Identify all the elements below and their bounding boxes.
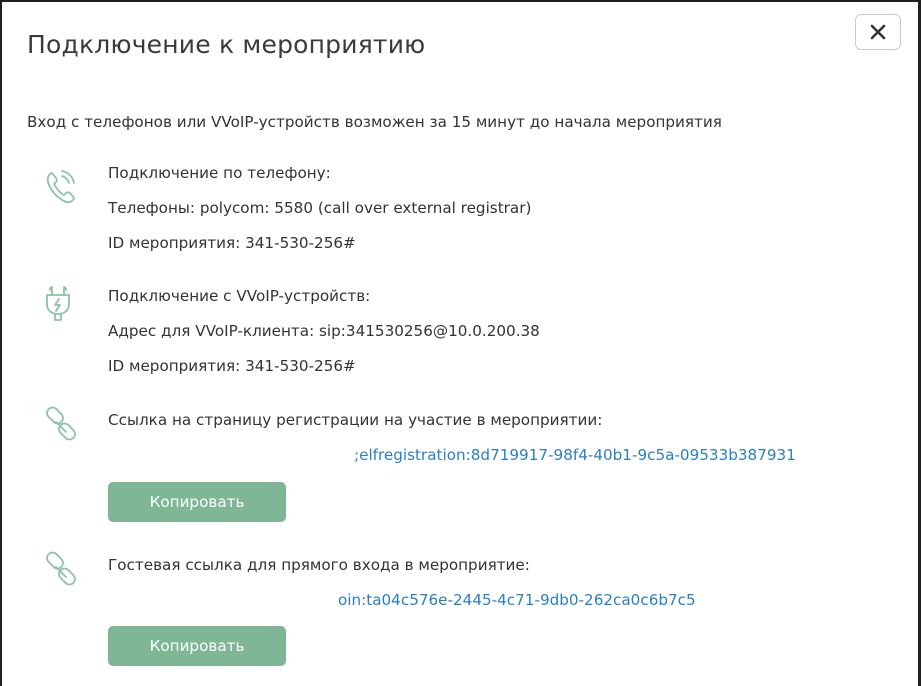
copy-registration-link-button[interactable]: Копировать [108, 482, 286, 522]
link-icon [40, 404, 84, 448]
close-icon [870, 24, 886, 40]
plug-icon [40, 282, 84, 326]
registration-link[interactable]: ;elfregistration:8d719917-98f4-40b1-9c5a… [354, 446, 796, 464]
dialog-border-left [0, 0, 2, 686]
phone-icon [40, 165, 84, 209]
close-button[interactable] [855, 14, 901, 50]
phone-numbers: Телефоны: polycom: 5580 (call over exter… [108, 199, 532, 217]
voip-heading: Подключение с VVoIP-устройств: [108, 287, 371, 305]
link-icon [40, 549, 84, 593]
dialog-border-top [0, 0, 921, 2]
guest-heading: Гостевая ссылка для прямого входа в меро… [108, 556, 530, 574]
phone-event-id: ID мероприятия: 341-530-256# [108, 234, 356, 252]
access-notice: Вход с телефонов или VVoIP-устройств воз… [27, 113, 722, 131]
phone-heading: Подключение по телефону: [108, 164, 331, 182]
voip-address: Адрес для VVoIP-клиента: sip:341530256@1… [108, 322, 540, 340]
dialog-title: Подключение к мероприятию [27, 30, 426, 59]
registration-heading: Ссылка на страницу регистрации на участи… [108, 411, 603, 429]
guest-link[interactable]: oin:ta04c576e-2445-4c71-9db0-262ca0c6b7c… [338, 591, 696, 609]
copy-guest-link-button[interactable]: Копировать [108, 626, 286, 666]
voip-event-id: ID мероприятия: 341-530-256# [108, 357, 356, 375]
